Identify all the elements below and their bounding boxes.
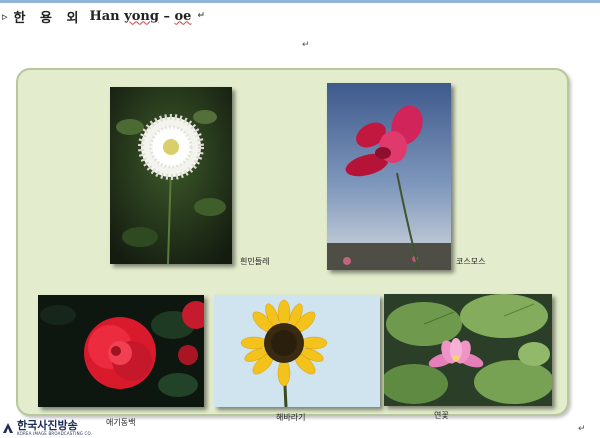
document-heading[interactable]: ▹ 한 용 외 Han yong – oe ↵ [2, 6, 205, 26]
heading-roman-name: Han yong – oe [89, 9, 191, 24]
watermark-logo: 한국사진방송 KOREA IMAGE BROADCASTING CO. [2, 420, 92, 436]
sunflower-image [214, 295, 380, 407]
caption-camellia: 애기동백 [106, 418, 136, 427]
caption-sunflower: 해바라기 [276, 413, 306, 422]
logo-name: 한국사진방송 [17, 419, 78, 432]
caption-white-dandelion: 흰민들레 [240, 257, 270, 266]
paragraph-mark: ↵ [578, 424, 586, 434]
photo-panel[interactable]: 흰민들레 코스모스 애기동백 해바라기 연꽃 [16, 68, 569, 427]
logo-text: 한국사진방송 KOREA IMAGE BROADCASTING CO. [17, 420, 92, 436]
heading-roman-part: – [163, 8, 170, 24]
paragraph-mark: ↵ [302, 40, 310, 50]
paragraph-mark: ↵ [197, 11, 206, 21]
heading-bullet-icon: ▹ [2, 9, 8, 23]
heading-korean-name: 한 용 외 [13, 10, 84, 26]
heading-roman-part: oe [174, 8, 192, 24]
heading-roman-part: Han [89, 8, 120, 24]
photo-camellia[interactable] [38, 295, 204, 407]
photo-cosmos[interactable] [327, 83, 451, 270]
lotus-image [384, 294, 552, 406]
logo-subtitle: KOREA IMAGE BROADCASTING CO. [17, 431, 93, 436]
heading-roman-part: yong [124, 8, 159, 24]
header-rule [0, 0, 600, 3]
camellia-image [38, 295, 204, 407]
caption-lotus: 연꽃 [434, 411, 449, 420]
white-dandelion-image [110, 87, 232, 264]
cosmos-image [327, 83, 451, 270]
photo-lotus[interactable] [384, 294, 552, 406]
photo-white-dandelion[interactable] [110, 87, 232, 264]
caption-cosmos: 코스모스 [456, 257, 486, 266]
photo-sunflower[interactable] [214, 295, 380, 407]
logo-mark-icon [3, 423, 13, 433]
